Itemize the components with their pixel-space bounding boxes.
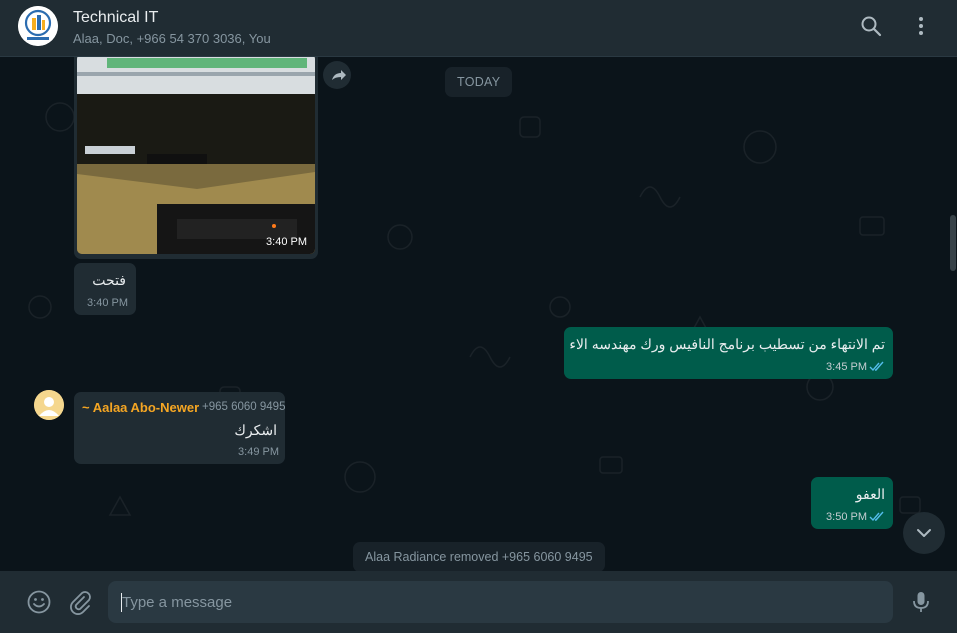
text-cursor <box>121 593 122 612</box>
system-message: Alaa Radiance removed +965 6060 9495 <box>353 542 605 571</box>
message-time: 3:50 PM <box>826 511 867 523</box>
photo-thumbnail[interactable]: 3:40 PM <box>77 57 315 254</box>
more-vertical-icon[interactable] <box>909 14 933 38</box>
message-time: 3:49 PM <box>238 446 279 458</box>
sender-name[interactable]: ~ Aalaa Abo-Newer <box>82 400 199 415</box>
chevron-down-icon <box>917 529 931 537</box>
message-text: العفو <box>855 486 885 502</box>
message-time: 3:40 PM <box>266 236 307 248</box>
date-divider: TODAY <box>445 67 513 97</box>
attach-icon[interactable] <box>67 589 93 615</box>
chat-header[interactable]: Technical IT Alaa, Doc, +966 54 370 3036… <box>0 0 957 57</box>
read-ticks-icon <box>869 511 884 522</box>
read-ticks-icon <box>869 361 884 372</box>
composer[interactable] <box>0 571 957 633</box>
message-text: فتحت <box>92 272 126 288</box>
image-message[interactable]: 3:40 PM <box>74 57 318 259</box>
sender-phone: +965 6060 9495 <box>202 401 286 413</box>
forward-button[interactable] <box>323 61 351 89</box>
message-text: تم الانتهاء من تسطيب برنامج النافيس ورك … <box>569 336 885 352</box>
participants-list[interactable]: Alaa, Doc, +966 54 370 3036, You <box>73 31 271 46</box>
group-avatar[interactable] <box>18 6 58 46</box>
outgoing-message[interactable]: تم الانتهاء من تسطيب برنامج النافيس ورك … <box>564 327 893 379</box>
chat-scrollbar[interactable] <box>950 215 956 271</box>
message-time: 3:45 PM <box>826 361 867 373</box>
incoming-message[interactable]: ~ Aalaa Abo-Newer +965 6060 9495 اشكرك 3… <box>74 392 285 464</box>
search-icon[interactable] <box>859 14 883 38</box>
incoming-message[interactable]: فتحت 3:40 PM <box>74 263 136 315</box>
scroll-to-bottom-button[interactable] <box>903 512 945 554</box>
message-text: اشكرك <box>234 422 277 438</box>
outgoing-message[interactable]: العفو 3:50 PM <box>811 477 893 529</box>
message-time: 3:40 PM <box>87 297 128 309</box>
message-input[interactable] <box>108 581 893 623</box>
microphone-icon[interactable] <box>908 589 934 615</box>
emoji-icon[interactable] <box>26 589 52 615</box>
chat-title[interactable]: Technical IT <box>73 9 158 27</box>
sender-avatar[interactable] <box>34 390 64 420</box>
message-list[interactable]: TODAY 3:40 PM فتحت 3:40 PM تم الانتهاء م… <box>0 57 957 571</box>
